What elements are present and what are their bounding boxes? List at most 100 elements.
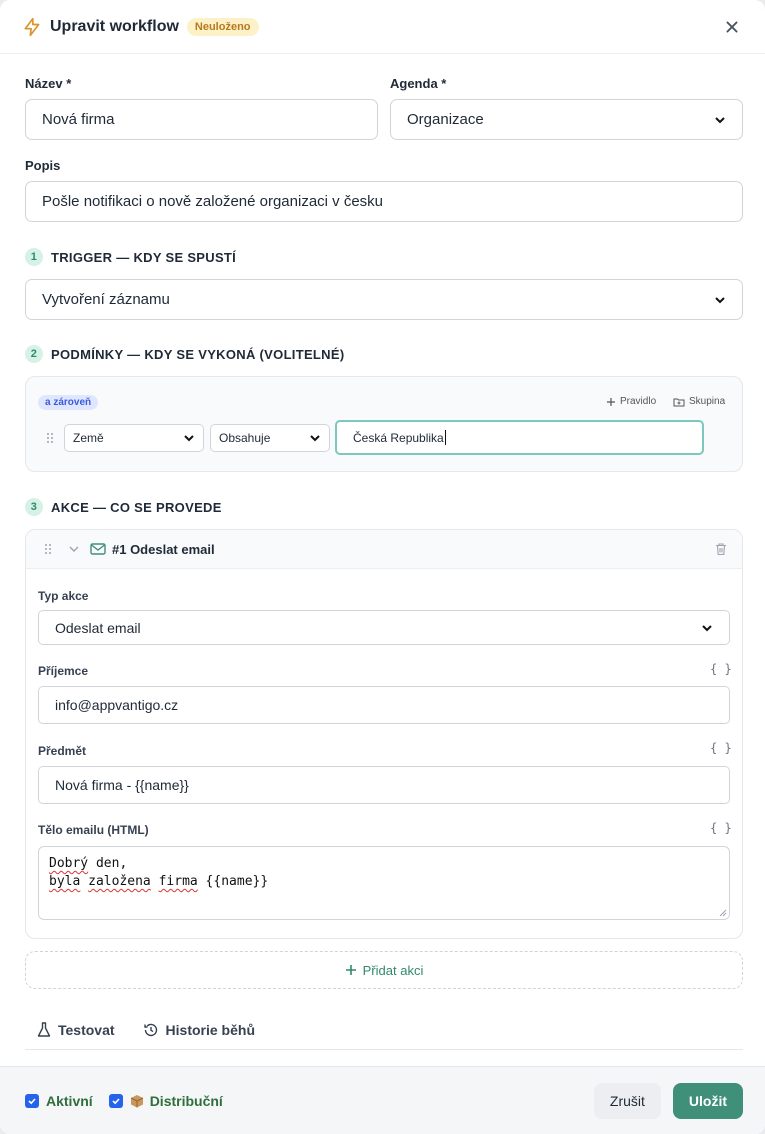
unsaved-badge: Neuloženo	[186, 17, 259, 36]
distribution-label-wrap[interactable]: Distribuční	[130, 1093, 223, 1109]
chevron-down-icon	[715, 296, 725, 303]
package-icon	[130, 1094, 143, 1107]
recipient-value: info@appvantigo.cz	[55, 697, 179, 713]
conditions-group: a zároveň Pravidlo Skupina Země Obsahuje	[25, 376, 743, 472]
modal-title: Upravit workflow	[50, 17, 179, 35]
trigger-title: TRIGGER — KDY SE SPUSTÍ	[51, 249, 237, 265]
active-label[interactable]: Aktivní	[46, 1093, 93, 1109]
close-icon[interactable]	[721, 16, 743, 38]
body-text: {{name}}	[197, 874, 269, 889]
trigger-select[interactable]: Vytvoření záznamu	[25, 279, 743, 320]
modal-header: Upravit workflow Neuloženo	[0, 0, 765, 54]
rule-value-input[interactable]: Česká Republika	[335, 420, 704, 455]
trash-icon[interactable]	[714, 542, 728, 556]
folder-plus-icon	[673, 398, 685, 406]
name-input[interactable]: Nová firma	[25, 99, 378, 140]
drag-handle-icon[interactable]	[46, 432, 54, 444]
trigger-heading: 1 TRIGGER — KDY SE SPUSTÍ	[25, 248, 236, 266]
chevron-down-icon	[715, 116, 725, 123]
trigger-select-value: Vytvoření záznamu	[42, 291, 170, 308]
modal-footer: Aktivní Distribuční Zrušit Uložit	[0, 1066, 765, 1134]
tabs-divider	[25, 1049, 743, 1050]
name-label: Název *	[25, 76, 72, 91]
tab-history[interactable]: Historie běhů	[143, 1022, 255, 1038]
rule-field-select[interactable]: Země	[64, 424, 204, 452]
mail-icon	[90, 543, 106, 555]
chevron-down-icon	[184, 435, 194, 442]
rule-operator-value: Obsahuje	[219, 431, 271, 445]
check-icon	[112, 1097, 120, 1104]
plus-icon	[345, 965, 356, 975]
body-text: den,	[88, 856, 128, 871]
add-action-button[interactable]: Přidat akci	[25, 951, 743, 989]
group-operator-badge[interactable]: a zároveň	[38, 395, 99, 410]
chevron-down-icon[interactable]	[68, 543, 80, 555]
agenda-label: Agenda *	[390, 76, 447, 91]
resize-handle-icon[interactable]	[719, 909, 727, 917]
action-type-select[interactable]: Odeslat email	[38, 610, 730, 645]
tab-test-label: Testovat	[58, 1022, 115, 1038]
body-word: byla	[49, 874, 81, 889]
description-input-value: Pošle notifikaci o nově založené organiz…	[42, 193, 384, 210]
actions-title: AKCE — CO SE PROVEDE	[51, 499, 222, 515]
actions-heading: 3 AKCE — CO SE PROVEDE	[25, 498, 222, 516]
add-group-label: Skupina	[689, 396, 726, 407]
recipient-input[interactable]: info@appvantigo.cz	[38, 686, 730, 724]
cancel-button[interactable]: Zrušit	[593, 1082, 661, 1119]
body-label: Tělo emailu (HTML)	[38, 823, 149, 837]
rule-field-value: Země	[73, 431, 104, 445]
history-icon	[143, 1023, 157, 1037]
body-text	[151, 874, 159, 889]
flask-icon	[37, 1022, 51, 1037]
agenda-select[interactable]: Organizace	[390, 99, 743, 140]
active-checkbox[interactable]	[25, 1093, 39, 1108]
insert-variable-icon[interactable]: { }	[710, 821, 732, 835]
action-type-label: Typ akce	[38, 589, 89, 603]
body-word: firma	[158, 874, 198, 889]
insert-variable-icon[interactable]: { }	[710, 741, 732, 755]
tab-test[interactable]: Testovat	[37, 1022, 115, 1038]
conditions-heading: 2 PODMÍNKY — KDY SE VYKONÁ (VOLITELNÉ)	[25, 345, 344, 363]
plus-icon	[607, 397, 615, 406]
add-rule-button[interactable]: Pravidlo	[606, 396, 656, 407]
action-card: #1 Odeslat email Typ akce Odeslat email …	[25, 529, 743, 939]
rule-value-text: Česká Republika	[353, 430, 444, 445]
step-number: 2	[25, 345, 43, 363]
insert-variable-icon[interactable]: { }	[710, 662, 732, 676]
subject-value: Nová firma - {{name}}	[55, 777, 189, 793]
step-number: 3	[25, 498, 43, 516]
bottom-tabs: Testovat Historie běhů	[37, 1022, 255, 1038]
body-line: Dobrý den,	[49, 855, 719, 873]
step-number: 1	[25, 248, 43, 266]
conditions-title: PODMÍNKY — KDY SE VYKONÁ (VOLITELNÉ)	[51, 346, 345, 362]
body-text	[80, 874, 88, 889]
distribution-label: Distribuční	[149, 1092, 223, 1109]
agenda-select-value: Organizace	[407, 111, 484, 128]
add-rule-label: Pravidlo	[620, 396, 657, 407]
rule-operator-select[interactable]: Obsahuje	[210, 424, 330, 452]
action-card-title: #1 Odeslat email	[112, 541, 215, 557]
action-type-value: Odeslat email	[55, 619, 141, 636]
recipient-label: Příjemce	[38, 664, 89, 678]
add-action-label: Přidat akci	[362, 962, 424, 978]
body-line: byla založena firma {{name}}	[49, 873, 719, 891]
text-caret	[444, 430, 446, 445]
check-icon	[28, 1097, 36, 1104]
chevron-down-icon	[310, 435, 320, 442]
body-textarea[interactable]: Dobrý den, byla založena firma {{name}}	[38, 846, 730, 920]
tab-history-label: Historie běhů	[165, 1022, 256, 1038]
distribution-checkbox[interactable]	[108, 1093, 123, 1108]
body-word: založena	[88, 874, 151, 889]
subject-input[interactable]: Nová firma - {{name}}	[38, 766, 730, 804]
name-input-value: Nová firma	[42, 111, 115, 128]
chevron-down-icon	[702, 624, 712, 631]
add-group-button[interactable]: Skupina	[673, 396, 725, 407]
description-input[interactable]: Pošle notifikaci o nově založené organiz…	[25, 181, 743, 222]
subject-label: Předmět	[38, 744, 87, 758]
action-card-header[interactable]: #1 Odeslat email	[26, 530, 742, 569]
body-word: Dobrý	[49, 856, 89, 871]
edit-workflow-modal: Upravit workflow Neuloženo Název * Nová …	[0, 0, 765, 1134]
drag-handle-icon[interactable]	[44, 543, 52, 555]
description-label: Popis	[25, 158, 61, 173]
save-button[interactable]: Uložit	[672, 1082, 743, 1119]
